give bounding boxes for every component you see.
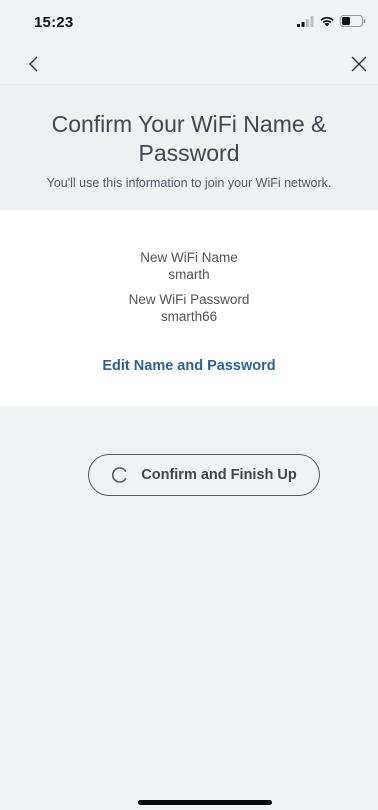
action-area: Confirm and Finish Up — [0, 406, 378, 810]
close-icon[interactable] — [348, 53, 370, 75]
signal-icon — [297, 15, 314, 27]
status-bar: 15:23 — [0, 0, 378, 44]
page-header: Confirm Your WiFi Name & Password You'll… — [0, 84, 378, 211]
page-subtitle: You'll use this information to join your… — [46, 176, 332, 190]
page-title: Confirm Your WiFi Name & Password — [51, 111, 327, 166]
battery-icon — [340, 15, 366, 27]
confirm-finish-button[interactable]: Confirm and Finish Up — [88, 454, 320, 496]
wifi-details: New WiFi Name smarth New WiFi Password s… — [0, 210, 378, 406]
status-time: 15:23 — [34, 14, 74, 31]
wifi-name-value: smarth — [168, 267, 210, 282]
wifi-name-label: New WiFi Name — [140, 250, 238, 265]
home-indicator — [138, 800, 272, 805]
chevron-left-icon[interactable] — [24, 54, 44, 74]
confirm-finish-label: Confirm and Finish Up — [141, 467, 297, 483]
wifi-icon — [320, 16, 334, 27]
wifi-password-value: smarth66 — [160, 309, 218, 324]
loading-spinner-icon — [112, 467, 127, 483]
nav-bar — [0, 44, 378, 84]
wifi-password-label: New WiFi Password — [128, 292, 250, 307]
edit-name-password-link[interactable]: Edit Name and Password — [0, 358, 378, 374]
status-icons — [297, 15, 366, 27]
